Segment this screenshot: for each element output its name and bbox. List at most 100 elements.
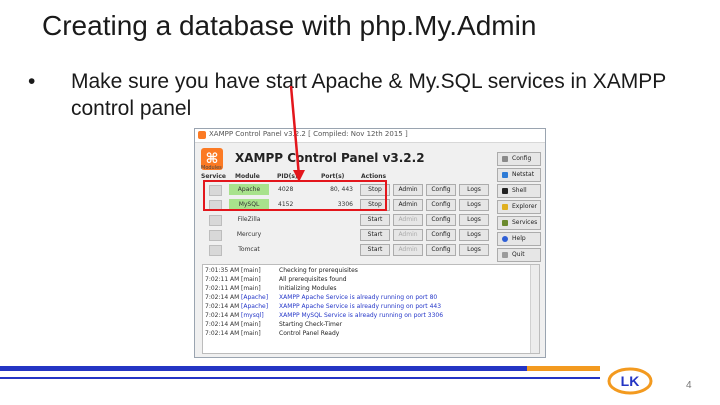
config-button[interactable]: Config bbox=[426, 214, 456, 226]
log-time: 7:02:14 AM bbox=[205, 312, 240, 319]
log-module: [mysql] bbox=[241, 312, 264, 319]
admin-button[interactable]: Admin bbox=[393, 184, 423, 196]
logs-button[interactable]: Logs bbox=[459, 244, 489, 256]
modules-label: Modules bbox=[201, 165, 222, 171]
config-button[interactable]: Config bbox=[426, 244, 456, 256]
window-title: XAMPP Control Panel v3.2.2 [ Compiled: N… bbox=[209, 130, 408, 138]
start-button[interactable]: Start bbox=[360, 229, 390, 241]
log-module: [Apache] bbox=[241, 294, 269, 301]
log-module: [main] bbox=[241, 285, 261, 292]
bullet-text: Make sure you have start Apache & My.SQL… bbox=[71, 70, 666, 120]
services-icon bbox=[502, 220, 508, 226]
module-name: Tomcat bbox=[238, 246, 260, 253]
shell-button[interactable]: Shell bbox=[497, 184, 541, 198]
admin-button[interactable]: Admin bbox=[393, 244, 423, 256]
log-time: 7:02:14 AM bbox=[205, 330, 240, 337]
log-message: Checking for prerequisites bbox=[279, 267, 358, 274]
service-checkbox[interactable] bbox=[209, 245, 222, 256]
log-entry: 7:02:14 AM [mysql] XAMPP MySQL Service i… bbox=[203, 311, 533, 320]
side-button-label: Shell bbox=[512, 187, 527, 194]
side-button-label: Help bbox=[512, 235, 526, 242]
log-entry: 7:02:14 AM [Apache] XAMPP Apache Service… bbox=[203, 293, 533, 302]
module-row-mercury: Mercury Start Admin Config Logs bbox=[195, 227, 495, 242]
logs-button[interactable]: Logs bbox=[459, 199, 489, 211]
log-module: [main] bbox=[241, 267, 261, 274]
service-checkbox[interactable] bbox=[209, 230, 222, 241]
column-pid: PID(s) bbox=[277, 173, 298, 180]
log-time: 7:02:11 AM bbox=[205, 285, 240, 292]
admin-button[interactable]: Admin bbox=[393, 229, 423, 241]
logs-button[interactable]: Logs bbox=[459, 214, 489, 226]
column-module: Module bbox=[235, 173, 260, 180]
network-icon bbox=[502, 172, 508, 178]
admin-button[interactable]: Admin bbox=[393, 214, 423, 226]
config-button[interactable]: Config bbox=[426, 184, 456, 196]
help-button[interactable]: Help bbox=[497, 232, 541, 246]
start-button[interactable]: Start bbox=[360, 244, 390, 256]
config-button[interactable]: Config bbox=[426, 229, 456, 241]
log-message: Initializing Modules bbox=[279, 285, 337, 292]
log-module: [main] bbox=[241, 330, 261, 337]
column-service: Service bbox=[201, 173, 226, 180]
quit-button[interactable]: Quit bbox=[497, 248, 541, 262]
log-message: Control Panel Ready bbox=[279, 330, 340, 337]
log-panel[interactable]: 7:01:35 AM [main] Checking for prerequis… bbox=[202, 264, 540, 354]
footer-bar-orange bbox=[527, 366, 600, 371]
terminal-icon bbox=[502, 188, 508, 194]
config-button[interactable]: Config bbox=[426, 199, 456, 211]
lk-logo: LK bbox=[607, 367, 653, 395]
side-button-label: Services bbox=[512, 219, 538, 226]
log-time: 7:02:14 AM bbox=[205, 294, 240, 301]
panel-header: ⌘ XAMPP Control Panel v3.2.2 bbox=[195, 143, 545, 173]
log-entry: 7:01:35 AM [main] Checking for prerequis… bbox=[203, 266, 533, 275]
log-module: [main] bbox=[241, 276, 261, 283]
services-button[interactable]: Services bbox=[497, 216, 541, 230]
log-message: XAMPP Apache Service is already running … bbox=[279, 294, 438, 301]
module-name: Mercury bbox=[236, 231, 262, 238]
explorer-button[interactable]: Explorer bbox=[497, 200, 541, 214]
start-button[interactable]: Start bbox=[360, 214, 390, 226]
folder-icon bbox=[502, 204, 508, 210]
log-time: 7:02:11 AM bbox=[205, 276, 240, 283]
module-row-filezilla: FileZilla Start Admin Config Logs bbox=[195, 212, 495, 227]
column-actions: Actions bbox=[361, 173, 387, 180]
log-message: Starting Check-Timer bbox=[279, 321, 343, 328]
footer-thin-line bbox=[0, 377, 600, 379]
quit-icon bbox=[502, 252, 508, 258]
bullet-dot: • bbox=[28, 70, 36, 93]
page-number: 4 bbox=[686, 380, 692, 391]
log-time: 7:02:14 AM bbox=[205, 321, 240, 328]
log-time: 7:01:35 AM bbox=[205, 267, 240, 274]
running-services-highlight bbox=[203, 180, 387, 211]
log-time: 7:02:14 AM bbox=[205, 303, 240, 310]
side-button-label: Quit bbox=[512, 251, 525, 258]
window-titlebar[interactable]: XAMPP Control Panel v3.2.2 [ Compiled: N… bbox=[195, 129, 545, 143]
log-message: XAMPP Apache Service is already running … bbox=[279, 303, 442, 310]
service-checkbox[interactable] bbox=[209, 215, 222, 226]
column-port: Port(s) bbox=[321, 173, 345, 180]
xampp-control-panel-window: XAMPP Control Panel v3.2.2 [ Compiled: N… bbox=[194, 128, 546, 358]
log-entry: 7:02:14 AM [main] Control Panel Ready bbox=[203, 329, 533, 338]
admin-button[interactable]: Admin bbox=[393, 199, 423, 211]
logs-button[interactable]: Logs bbox=[459, 229, 489, 241]
log-entry: 7:02:14 AM [main] Starting Check-Timer bbox=[203, 320, 533, 329]
slide-title: Creating a database with php.My.Admin bbox=[42, 10, 537, 41]
logs-button[interactable]: Logs bbox=[459, 184, 489, 196]
netstat-button[interactable]: Netstat bbox=[497, 168, 541, 182]
xampp-app-icon bbox=[198, 131, 206, 139]
log-message: XAMPP MySQL Service is already running o… bbox=[279, 312, 444, 319]
log-entry: 7:02:11 AM [main] All prerequisites foun… bbox=[203, 275, 533, 284]
config-side-button[interactable]: Config bbox=[497, 152, 541, 166]
module-row-tomcat: Tomcat Start Admin Config Logs bbox=[195, 242, 495, 257]
log-module: [Apache] bbox=[241, 303, 269, 310]
side-button-label: Explorer bbox=[512, 203, 537, 210]
side-button-label: Config bbox=[512, 155, 532, 162]
help-icon bbox=[502, 236, 508, 242]
log-entry: 7:02:11 AM [main] Initializing Modules bbox=[203, 284, 533, 293]
wrench-icon bbox=[502, 156, 508, 162]
module-name: FileZilla bbox=[237, 216, 261, 223]
panel-heading: XAMPP Control Panel v3.2.2 bbox=[235, 151, 425, 165]
log-scrollbar[interactable] bbox=[530, 265, 539, 353]
log-module: [main] bbox=[241, 321, 261, 328]
footer-bar-blue bbox=[0, 366, 527, 371]
